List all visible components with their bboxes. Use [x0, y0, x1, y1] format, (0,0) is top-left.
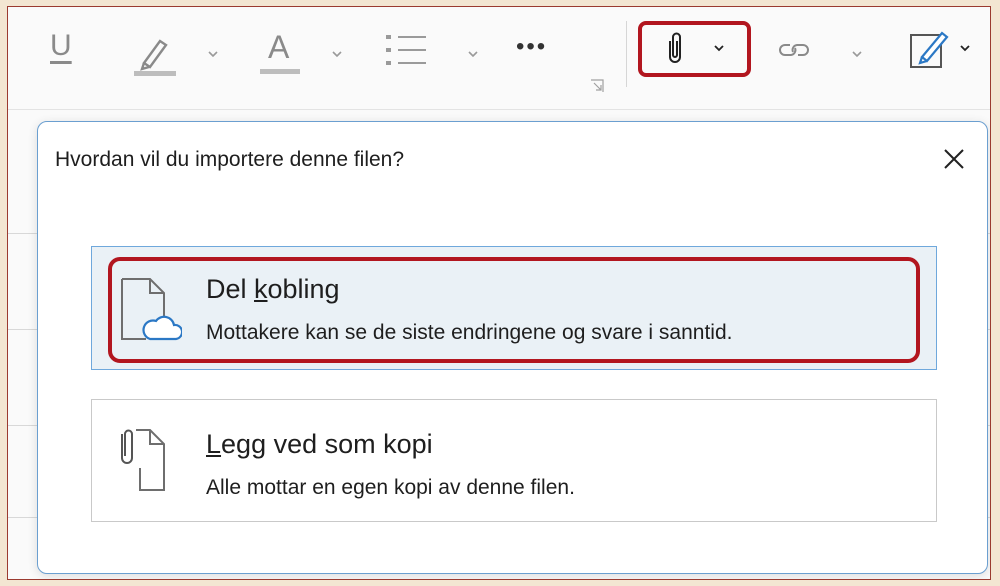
signature-icon: [910, 31, 949, 68]
access-key: k: [254, 274, 268, 304]
font-color-chevron-down-icon[interactable]: [330, 47, 344, 61]
highlight-button[interactable]: [130, 31, 180, 77]
bullet-list-button[interactable]: [382, 29, 430, 71]
access-key: L: [206, 429, 222, 459]
link-button[interactable]: [776, 37, 812, 63]
attach-file-chevron-down-icon[interactable]: [712, 41, 726, 55]
toolbar-separator: [626, 21, 627, 87]
more-icon: •••: [516, 33, 548, 60]
highlight-icon: [134, 39, 176, 76]
title-text: egg ved som kopi: [221, 429, 433, 459]
bullet-list-chevron-down-icon[interactable]: [466, 47, 480, 61]
attach-file-highlight: [638, 21, 751, 77]
attach-copy-title: Legg ved som kopi: [206, 429, 433, 460]
close-button[interactable]: [939, 144, 969, 174]
import-file-dialog: Hvordan vil du importere denne filen? De…: [37, 121, 988, 574]
signature-chevron-down-icon[interactable]: [958, 41, 972, 55]
share-link-option[interactable]: Del kobling Mottakere kan se de siste en…: [91, 246, 937, 370]
link-chevron-down-icon[interactable]: [850, 47, 864, 61]
attach-file-icon: [669, 32, 681, 63]
dialog-launcher-icon[interactable]: [590, 79, 604, 93]
font-color-button[interactable]: A: [258, 29, 302, 75]
underline-icon: U: [50, 29, 72, 62]
more-options-button[interactable]: •••: [516, 33, 547, 61]
share-link-title: Del kobling: [206, 274, 340, 305]
underline-button[interactable]: U: [50, 29, 72, 63]
font-color-letter: A: [268, 29, 290, 65]
bullet-list-icon: [386, 35, 426, 65]
attach-copy-description: Alle mottar en egen kopi av denne filen.: [206, 476, 575, 499]
highlight-chevron-down-icon[interactable]: [206, 47, 220, 61]
app-window: U A ••• Hvordan vil du importere denne f…: [7, 6, 991, 580]
signature-button[interactable]: [908, 27, 950, 71]
formatting-toolbar: U A •••: [8, 7, 990, 110]
file-attach-icon: [121, 429, 165, 491]
dialog-title: Hvordan vil du importere denne filen?: [55, 148, 405, 171]
title-text: obling: [267, 274, 340, 304]
close-icon: [944, 149, 964, 169]
title-text: Del: [206, 274, 255, 304]
attach-copy-option[interactable]: Legg ved som kopi Alle mottar en egen ko…: [91, 399, 937, 522]
attach-file-button[interactable]: [664, 31, 686, 67]
share-link-description: Mottakere kan se de siste endringene og …: [206, 321, 733, 344]
link-icon: [779, 44, 809, 56]
font-color-icon: A: [258, 29, 302, 75]
share-link-highlight: [108, 257, 920, 363]
file-cloud-icon: [121, 278, 182, 341]
